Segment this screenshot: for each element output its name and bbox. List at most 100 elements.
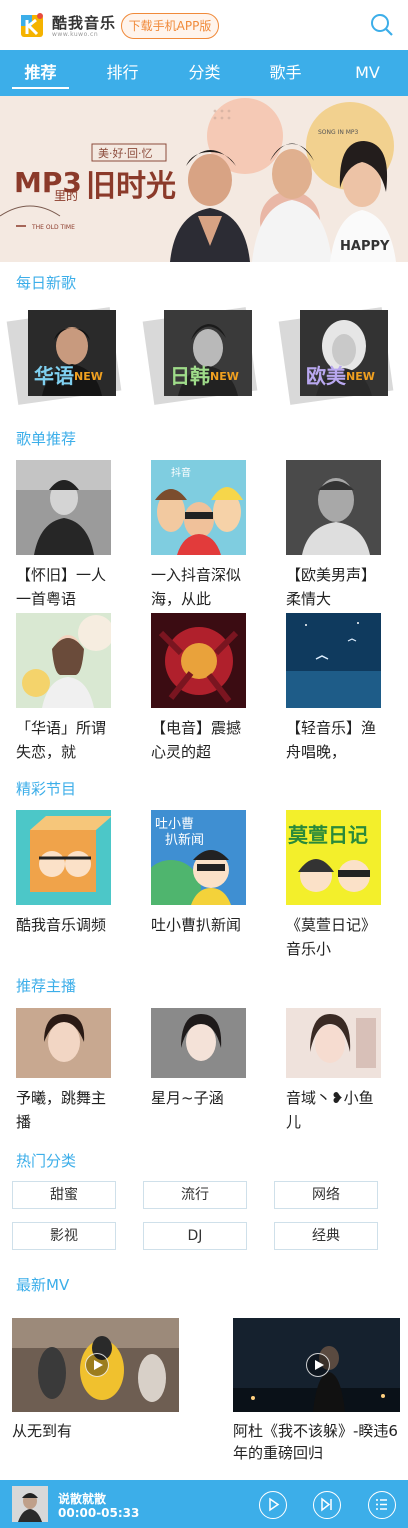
playlist-card[interactable]: 抖音 一入抖音深似海，从此	[151, 460, 246, 611]
banner-art: HAPPY 美·好·回·忆 MP3 里的 旧时光 THE OLD TIME SO…	[0, 96, 408, 262]
anchor-name[interactable]: 音域丶❥小鱼儿	[286, 1086, 381, 1134]
playlist-title[interactable]: 【轻音乐】渔舟唱晚，	[286, 716, 381, 764]
program-title[interactable]: 《莫萱日记》音乐小	[286, 913, 381, 961]
playlist-card[interactable]: 【欧美男声】柔情大	[286, 460, 381, 611]
tab-ranking[interactable]: 排行	[94, 50, 151, 96]
playlist-cover	[16, 460, 111, 555]
next-icon	[321, 1497, 332, 1512]
svg-text:抖音: 抖音	[171, 466, 191, 479]
hero-banner[interactable]: HAPPY 美·好·回·忆 MP3 里的 旧时光 THE OLD TIME SO…	[0, 96, 408, 262]
top-nav: 推荐 排行 分类 歌手 MV	[0, 50, 408, 96]
playlist-title[interactable]: 「华语」所谓失恋，就	[16, 716, 111, 764]
mv-title[interactable]: 阿杜《我不该躲》-睽违6年的重磅回归	[233, 1420, 400, 1464]
program-card[interactable]: 莫萱日记 《莫萱日记》音乐小	[286, 810, 381, 961]
anchor-name[interactable]: 予曦，跳舞主播	[16, 1086, 111, 1134]
new-badge: NEW	[210, 370, 239, 383]
playlist-cover	[151, 613, 246, 708]
logo-text[interactable]: 酷我音乐	[52, 12, 116, 33]
play-icon[interactable]	[85, 1353, 109, 1377]
tab-recommend[interactable]: 推荐	[12, 50, 69, 96]
program-title[interactable]: 吐小曹扒新闻	[151, 913, 246, 961]
mv-thumbnail	[12, 1318, 179, 1412]
mv-thumbnail	[233, 1318, 400, 1412]
playlist-title[interactable]: 一入抖音深似海，从此	[151, 563, 246, 611]
anchor-card[interactable]: 予曦，跳舞主播	[16, 1008, 111, 1134]
svg-text:HAPPY: HAPPY	[340, 239, 390, 254]
program-card[interactable]: 酷我音乐调频	[16, 810, 111, 961]
playlist-cover	[286, 613, 381, 708]
search-icon[interactable]	[370, 13, 394, 37]
svg-text:美·好·回·忆: 美·好·回·忆	[98, 146, 153, 160]
svg-text:旧时光: 旧时光	[86, 169, 176, 204]
new-badge: NEW	[74, 370, 103, 383]
anchor-card[interactable]: 音域丶❥小鱼儿	[286, 1008, 381, 1134]
svg-text:里的: 里的	[54, 188, 78, 203]
section-title-anchors: 推荐主播	[16, 977, 77, 995]
mv-title[interactable]: 从无到有	[12, 1420, 179, 1442]
program-card[interactable]: 吐小曹 扒新闻 吐小曹扒新闻	[151, 810, 246, 961]
mv-card[interactable]: 阿杜《我不该躲》-睽违6年的重磅回归	[233, 1318, 400, 1464]
section-title-mv: 最新MV	[16, 1276, 70, 1294]
now-playing-time: 00:00-05:33	[58, 1506, 140, 1520]
download-app-button[interactable]: 下载手机APP版	[121, 13, 219, 39]
playlist-cover	[286, 460, 381, 555]
anchor-name[interactable]: 星月~子涵	[151, 1086, 246, 1134]
playlist-card[interactable]: 「华语」所谓失恋，就	[16, 613, 111, 764]
anchor-photo	[286, 1008, 381, 1078]
program-cover: 莫萱日记	[286, 810, 381, 905]
daily-label: 华语	[34, 364, 74, 388]
section-title-playlists: 歌单推荐	[16, 430, 77, 448]
list-icon	[376, 1499, 387, 1510]
header: 酷我音乐 www.kuwo.cn 下载手机APP版	[0, 0, 408, 50]
anchor-card[interactable]: 星月~子涵	[151, 1008, 246, 1134]
new-badge: NEW	[346, 370, 375, 383]
daily-card-western[interactable]: 欧美 NEW	[278, 307, 400, 405]
playlist-card[interactable]: 【怀旧】一人一首粤语	[16, 460, 111, 611]
category-internet[interactable]: 网络	[274, 1181, 378, 1209]
now-playing-cover[interactable]	[12, 1486, 48, 1522]
program-cover: 吐小曹 扒新闻	[151, 810, 246, 905]
tab-singer[interactable]: 歌手	[257, 50, 314, 96]
section-title-categories: 热门分类	[16, 1152, 77, 1170]
category-pop[interactable]: 流行	[143, 1181, 247, 1209]
anchor-photo	[16, 1008, 111, 1078]
svg-text:扒新闻: 扒新闻	[165, 832, 204, 848]
playlist-card[interactable]: 【电音】震撼心灵的超	[151, 613, 246, 764]
mini-player: 说散就散 00:00-05:33	[0, 1480, 408, 1528]
playlist-cover: 抖音	[151, 460, 246, 555]
daily-card-jpkr[interactable]: 日韩 NEW	[142, 307, 264, 405]
tab-category[interactable]: 分类	[176, 50, 233, 96]
playlist-button[interactable]	[368, 1491, 396, 1519]
next-button[interactable]	[313, 1491, 341, 1519]
category-sweet[interactable]: 甜蜜	[12, 1181, 116, 1209]
tab-mv[interactable]: MV	[339, 50, 396, 96]
play-icon	[269, 1497, 280, 1512]
program-cover	[16, 810, 111, 905]
logo-domain: www.kuwo.cn	[52, 31, 99, 38]
playlist-title[interactable]: 【欧美男声】柔情大	[286, 563, 381, 611]
daily-label: 日韩	[170, 364, 210, 388]
svg-text:THE OLD TIME: THE OLD TIME	[31, 224, 75, 231]
playlist-title[interactable]: 【电音】震撼心灵的超	[151, 716, 246, 764]
playlist-title[interactable]: 【怀旧】一人一首粤语	[16, 563, 111, 611]
playlist-cover	[16, 613, 111, 708]
category-film[interactable]: 影视	[12, 1222, 116, 1250]
section-title-daily: 每日新歌	[16, 274, 77, 292]
section-title-programs: 精彩节目	[16, 780, 77, 798]
kuwo-logo-icon[interactable]	[18, 10, 46, 40]
daily-card-chinese[interactable]: 华语 NEW	[6, 307, 128, 405]
mv-card[interactable]: 从无到有	[12, 1318, 179, 1442]
svg-text:莫萱日记: 莫萱日记	[287, 823, 368, 847]
program-title[interactable]: 酷我音乐调频	[16, 913, 111, 961]
category-classic[interactable]: 经典	[274, 1222, 378, 1250]
category-dj[interactable]: DJ	[143, 1222, 247, 1250]
svg-text:SONG IN MP3: SONG IN MP3	[318, 129, 359, 136]
active-tab-indicator	[12, 87, 69, 89]
playlist-card[interactable]: 【轻音乐】渔舟唱晚，	[286, 613, 381, 764]
play-icon[interactable]	[306, 1353, 330, 1377]
svg-text:吐小曹: 吐小曹	[155, 817, 194, 832]
anchor-photo	[151, 1008, 246, 1078]
daily-label: 欧美	[306, 364, 346, 388]
now-playing-title: 说散就散	[58, 1492, 107, 1506]
play-button[interactable]	[259, 1491, 287, 1519]
